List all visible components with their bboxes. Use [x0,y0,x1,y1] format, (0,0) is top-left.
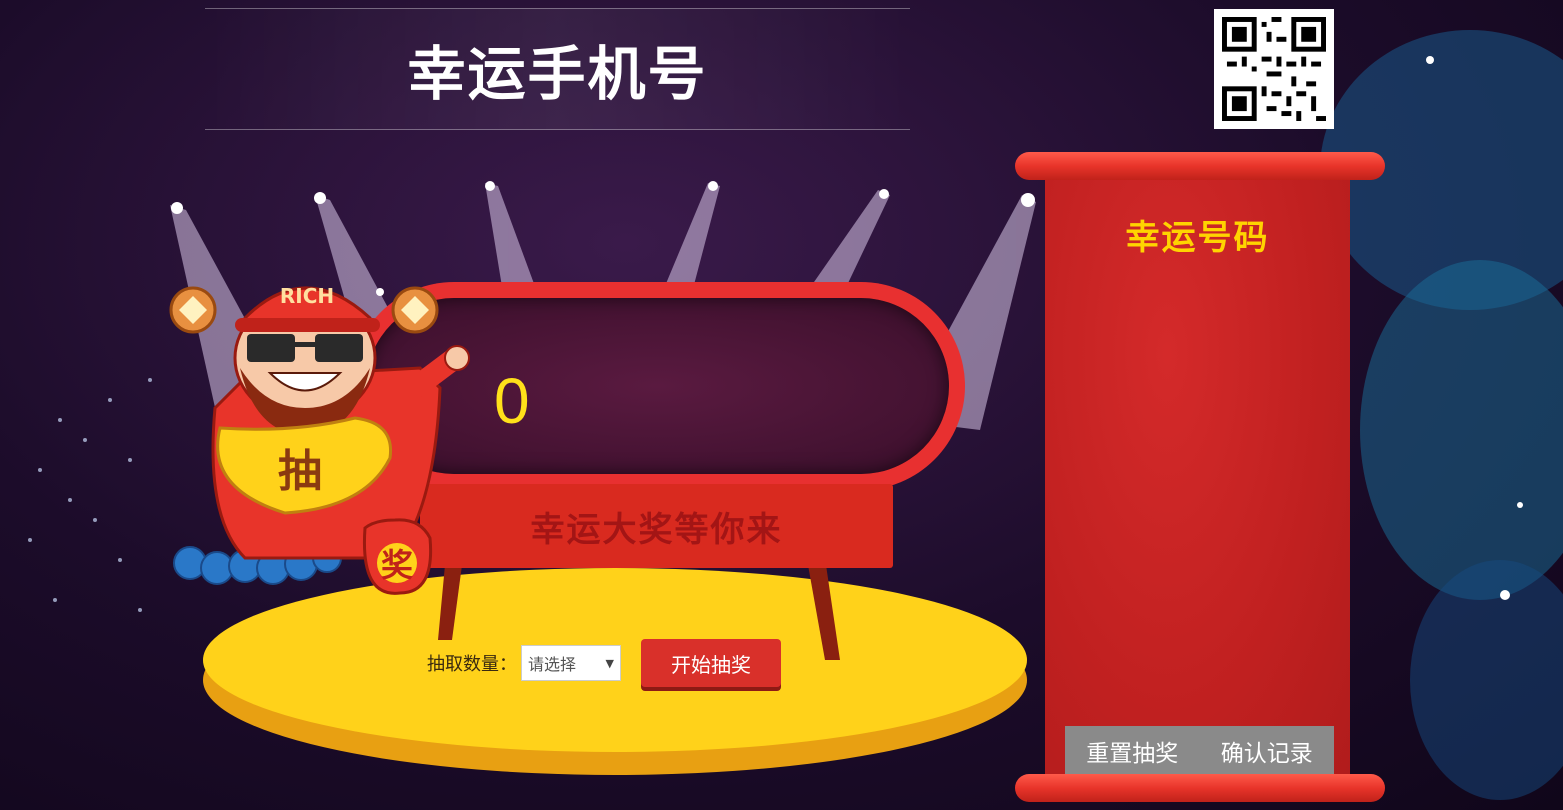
pointing-hand-icon [444,345,470,371]
spotlight-lamps [171,181,1035,214]
ingot-label: 抽 [278,446,322,497]
slogan-board: 幸运大奖等你来 [420,484,893,568]
scroll-rod-top [1015,152,1385,180]
page-title: 幸运手机号 [407,40,708,108]
quantity-select[interactable]: 请选择 ▼ [521,645,621,681]
qr-code-icon [1214,9,1334,129]
god-of-wealth-mascot: RICH 抽 奖 [169,284,470,595]
lucky-numbers-panel: 幸运号码 重置抽奖 确认记录 [1015,150,1385,805]
bag-label: 奖 [381,546,413,584]
quantity-label: 抽取数量： [427,654,517,675]
hat-label: RICH [280,284,334,308]
lucky-numbers-title: 幸运号码 [1125,218,1270,258]
draw-controls: 抽取数量： 请选择 ▼ 开始抽奖 [427,638,781,688]
chevron-down-icon: ▼ [605,656,614,670]
title-banner: 幸运手机号 [205,8,910,130]
fireworks-left [28,378,152,612]
lottery-number: 0 [494,365,530,437]
scroll-rod-bottom [1015,774,1385,802]
reset-draw-button[interactable]: 重置抽奖 [1086,734,1178,768]
slogan-text: 幸运大奖等你来 [530,509,783,550]
panel-actions: 重置抽奖 确认记录 [1065,726,1334,776]
confirm-record-button[interactable]: 确认记录 [1221,734,1313,768]
start-draw-button[interactable]: 开始抽奖 [641,639,781,687]
prize-bag-icon: 奖 [362,518,433,595]
quantity-select-value: 请选择 [528,655,577,674]
scroll-body: 幸运号码 重置抽奖 确认记录 [1045,168,1350,788]
qr-code-graphic [1222,17,1326,121]
